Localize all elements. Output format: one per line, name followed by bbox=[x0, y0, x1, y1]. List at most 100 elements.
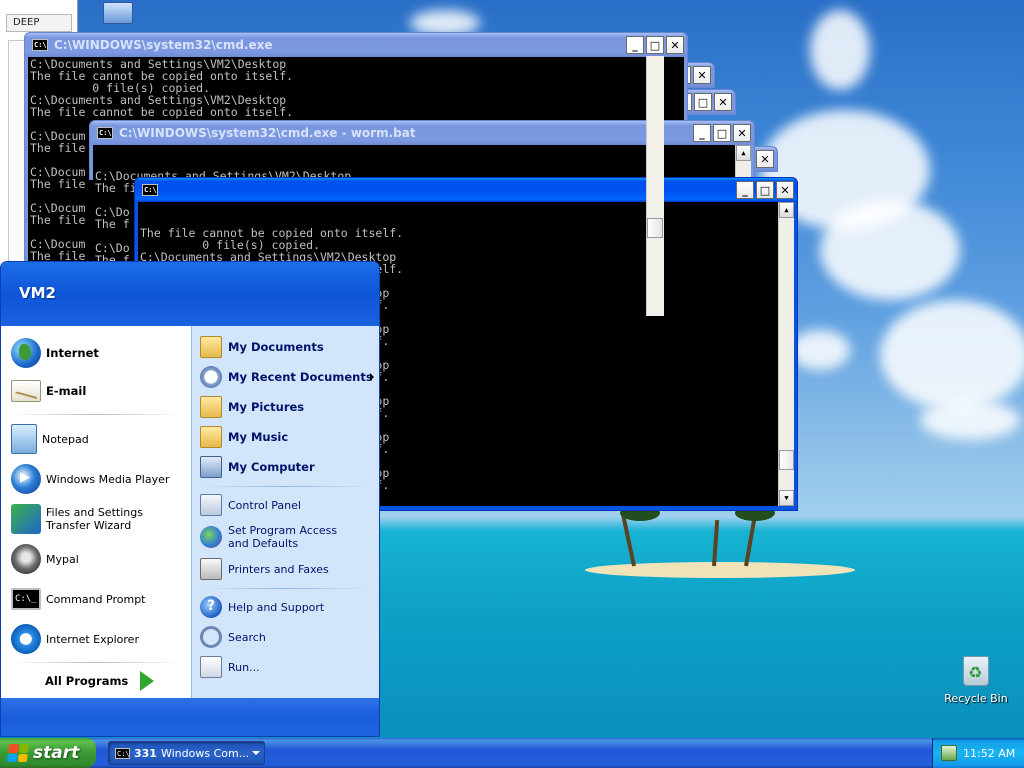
my-pictures-label: My Pictures bbox=[228, 400, 305, 414]
network-places-icon[interactable] bbox=[100, 2, 136, 30]
user-name: VM2 bbox=[19, 284, 56, 302]
all-programs-label: All Programs bbox=[45, 674, 129, 688]
minimize-button[interactable]: _ bbox=[693, 124, 711, 142]
cmd-icon: C:\ bbox=[32, 39, 48, 51]
windows-flag-icon bbox=[6, 744, 30, 762]
scroll-up-button[interactable]: ▲ bbox=[736, 145, 751, 161]
taskbar: start C:\ 331 Windows Com... 11:52 AM bbox=[0, 738, 1024, 768]
scroll-up-button[interactable]: ▲ bbox=[779, 202, 794, 218]
recent-label: Command Prompt bbox=[46, 592, 146, 606]
safely-remove-hardware-icon[interactable] bbox=[941, 745, 957, 761]
cmd-window-title: C:\WINDOWS\system32\cmd.exe - worm.bat bbox=[119, 126, 416, 140]
command-prompt-icon: C:\_ bbox=[11, 588, 41, 610]
recycle-bin[interactable]: Recycle Bin bbox=[944, 656, 1008, 705]
search-icon bbox=[200, 626, 222, 648]
taskbar-group-button[interactable]: C:\ 331 Windows Com... bbox=[108, 741, 265, 765]
mypal-icon bbox=[11, 544, 41, 574]
pinned-internet[interactable]: Internet bbox=[11, 336, 187, 370]
island bbox=[585, 562, 855, 578]
search-label: Search bbox=[228, 630, 266, 644]
pinned-label: Internet bbox=[46, 346, 99, 360]
recent-notepad[interactable]: Notepad bbox=[11, 422, 187, 456]
pictures-folder-icon bbox=[200, 396, 222, 418]
scroll-thumb[interactable] bbox=[647, 218, 663, 238]
maximize-button[interactable]: □ bbox=[713, 124, 731, 142]
printers-and-faxes[interactable]: Printers and Faxes bbox=[200, 556, 376, 582]
arrow-right-icon bbox=[140, 671, 155, 691]
scroll-thumb[interactable] bbox=[779, 450, 794, 470]
search[interactable]: Search bbox=[200, 624, 376, 650]
recycle-bin-icon bbox=[963, 656, 989, 686]
recent-mypal[interactable]: Mypal bbox=[11, 542, 187, 576]
my-music-label: My Music bbox=[228, 430, 289, 444]
recent-command-prompt[interactable]: C:\_ Command Prompt bbox=[11, 582, 187, 616]
minimize-button[interactable]: _ bbox=[736, 181, 754, 199]
close-button[interactable]: ✕ bbox=[666, 36, 684, 54]
cmd-icon: C:\ bbox=[115, 747, 130, 759]
scroll-down-button[interactable]: ▼ bbox=[779, 490, 794, 506]
clock[interactable]: 11:52 AM bbox=[963, 747, 1015, 760]
computer-icon bbox=[103, 2, 133, 24]
cmd-window-titlebar[interactable]: C:\ C:\WINDOWS\system32\cmd.exe _ □ ✕ bbox=[25, 33, 687, 57]
cloud bbox=[790, 330, 850, 370]
maximize-button[interactable]: □ bbox=[646, 36, 664, 54]
printer-icon bbox=[200, 558, 222, 580]
start-menu-left-pane: Internet E-mail Notepad Windows Media Pl… bbox=[1, 326, 191, 698]
cmd-window-titlebar[interactable]: C:\ _ □ ✕ bbox=[135, 178, 797, 202]
separator bbox=[200, 486, 370, 487]
run-label: Run... bbox=[228, 660, 260, 674]
my-pictures[interactable]: My Pictures bbox=[200, 394, 376, 420]
my-documents[interactable]: My Documents bbox=[200, 334, 376, 360]
taskbar-button-label: Windows Com... bbox=[160, 746, 250, 760]
pinned-email[interactable]: E-mail bbox=[11, 374, 187, 408]
window-count: 331 bbox=[134, 746, 157, 760]
close-button[interactable]: ✕ bbox=[714, 93, 732, 111]
recent-media-player[interactable]: Windows Media Player bbox=[11, 462, 187, 496]
cloud bbox=[880, 300, 1024, 410]
cloud bbox=[810, 10, 870, 90]
close-button[interactable]: ✕ bbox=[693, 66, 711, 84]
all-programs-button[interactable]: All Programs bbox=[45, 668, 185, 694]
help-and-support[interactable]: Help and Support bbox=[200, 594, 376, 620]
start-menu[interactable]: VM2 Internet E-mail Notepad Windows Medi… bbox=[0, 261, 380, 737]
recent-label: Windows Media Player bbox=[46, 472, 170, 486]
my-computer[interactable]: My Computer bbox=[200, 454, 376, 480]
my-music[interactable]: My Music bbox=[200, 424, 376, 450]
set-program-access[interactable]: Set Program Access and Defaults bbox=[200, 522, 376, 552]
cmd-icon: C:\ bbox=[97, 127, 113, 139]
scrollbar[interactable] bbox=[646, 56, 664, 316]
restore-button[interactable]: □ bbox=[694, 93, 712, 111]
help-support-label: Help and Support bbox=[228, 600, 325, 614]
console-line: The file cannot be copied onto itself. bbox=[30, 105, 294, 119]
cmd-icon: C:\ bbox=[142, 184, 158, 196]
run[interactable]: Run... bbox=[200, 654, 376, 680]
control-panel-icon bbox=[200, 494, 222, 516]
control-panel[interactable]: Control Panel bbox=[200, 492, 376, 518]
recent-label: Internet Explorer bbox=[46, 632, 139, 646]
recent-label: Files and Settings Transfer Wizard bbox=[46, 506, 143, 532]
maximize-button[interactable]: □ bbox=[756, 181, 774, 199]
control-panel-label: Control Panel bbox=[228, 498, 301, 512]
recent-transfer-wizard[interactable]: Files and Settings Transfer Wizard bbox=[11, 502, 187, 536]
close-button[interactable]: ✕ bbox=[756, 150, 774, 168]
internet-explorer-icon bbox=[11, 624, 41, 654]
close-button[interactable]: ✕ bbox=[733, 124, 751, 142]
start-menu-right-pane: My Documents My Recent Documents My Pict… bbox=[191, 326, 379, 698]
my-recent-documents[interactable]: My Recent Documents bbox=[200, 364, 376, 390]
recent-internet-explorer[interactable]: Internet Explorer bbox=[11, 622, 187, 656]
minimize-button[interactable]: _ bbox=[626, 36, 644, 54]
close-button[interactable]: ✕ bbox=[776, 181, 794, 199]
separator bbox=[11, 414, 181, 415]
start-menu-footer bbox=[1, 698, 379, 736]
transfer-wizard-icon bbox=[11, 504, 41, 534]
recent-label: Notepad bbox=[42, 432, 89, 446]
start-button[interactable]: start bbox=[0, 738, 96, 768]
media-player-icon bbox=[11, 464, 41, 494]
notepad-icon bbox=[11, 424, 37, 454]
my-documents-label: My Documents bbox=[228, 340, 324, 354]
dropdown-arrow-icon bbox=[252, 751, 260, 755]
scrollbar[interactable]: ▲ ▼ bbox=[778, 202, 794, 506]
recent-label: Mypal bbox=[46, 552, 79, 566]
separator bbox=[200, 588, 370, 589]
start-label: start bbox=[33, 743, 80, 763]
